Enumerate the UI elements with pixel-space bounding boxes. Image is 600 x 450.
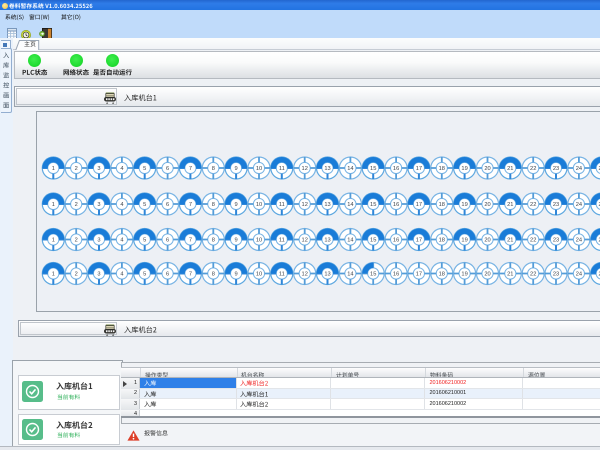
svg-text:3: 3 — [97, 272, 100, 278]
svg-text:9: 9 — [235, 272, 238, 278]
svg-text:9: 9 — [235, 166, 238, 172]
svg-text:6: 6 — [166, 166, 169, 172]
svg-text:10: 10 — [256, 272, 262, 278]
svg-text:7: 7 — [189, 272, 192, 278]
svg-text:20: 20 — [484, 238, 490, 244]
svg-text:24: 24 — [576, 202, 582, 208]
svg-text:15: 15 — [370, 272, 376, 278]
svg-text:5: 5 — [143, 202, 146, 208]
svg-text:22: 22 — [530, 166, 536, 172]
svg-text:5: 5 — [143, 166, 146, 172]
svg-text:14: 14 — [347, 166, 353, 172]
svg-text:12: 12 — [302, 272, 308, 278]
svg-text:16: 16 — [393, 202, 399, 208]
svg-text:13: 13 — [324, 272, 330, 278]
svg-text:8: 8 — [212, 238, 215, 244]
svg-text:6: 6 — [166, 238, 169, 244]
svg-text:14: 14 — [347, 202, 353, 208]
svg-text:9: 9 — [235, 238, 238, 244]
svg-text:5: 5 — [143, 238, 146, 244]
svg-text:3: 3 — [97, 238, 100, 244]
svg-text:10: 10 — [256, 238, 262, 244]
svg-text:1: 1 — [52, 238, 55, 244]
svg-text:11: 11 — [279, 202, 285, 208]
svg-text:11: 11 — [279, 272, 285, 278]
svg-text:3: 3 — [97, 166, 100, 172]
svg-text:24: 24 — [576, 272, 582, 278]
svg-text:19: 19 — [461, 238, 467, 244]
svg-text:15: 15 — [370, 166, 376, 172]
svg-text:12: 12 — [302, 166, 308, 172]
svg-text:23: 23 — [553, 166, 559, 172]
svg-text:21: 21 — [507, 202, 513, 208]
svg-text:1: 1 — [52, 272, 55, 278]
svg-text:4: 4 — [120, 202, 123, 208]
svg-text:11: 11 — [279, 238, 285, 244]
svg-text:4: 4 — [120, 272, 123, 278]
svg-text:20: 20 — [484, 202, 490, 208]
svg-text:12: 12 — [302, 238, 308, 244]
svg-text:16: 16 — [393, 272, 399, 278]
svg-text:6: 6 — [166, 272, 169, 278]
svg-text:8: 8 — [212, 272, 215, 278]
svg-text:2: 2 — [75, 202, 78, 208]
svg-text:10: 10 — [256, 202, 262, 208]
svg-text:2: 2 — [75, 238, 78, 244]
svg-text:17: 17 — [416, 202, 422, 208]
svg-text:17: 17 — [416, 238, 422, 244]
svg-text:2: 2 — [75, 272, 78, 278]
svg-text:15: 15 — [370, 202, 376, 208]
svg-text:2: 2 — [75, 166, 78, 172]
svg-text:8: 8 — [212, 202, 215, 208]
svg-text:3: 3 — [97, 202, 100, 208]
svg-text:23: 23 — [553, 238, 559, 244]
svg-text:17: 17 — [416, 272, 422, 278]
svg-text:24: 24 — [576, 166, 582, 172]
svg-text:23: 23 — [553, 202, 559, 208]
svg-text:9: 9 — [235, 202, 238, 208]
svg-text:8: 8 — [212, 166, 215, 172]
svg-text:15: 15 — [370, 238, 376, 244]
svg-text:16: 16 — [393, 166, 399, 172]
svg-text:21: 21 — [507, 166, 513, 172]
svg-text:13: 13 — [324, 238, 330, 244]
svg-text:23: 23 — [553, 272, 559, 278]
svg-text:20: 20 — [484, 272, 490, 278]
svg-text:6: 6 — [166, 202, 169, 208]
svg-text:21: 21 — [507, 238, 513, 244]
svg-text:20: 20 — [484, 166, 490, 172]
svg-text:19: 19 — [461, 272, 467, 278]
svg-text:19: 19 — [461, 202, 467, 208]
svg-text:24: 24 — [576, 238, 582, 244]
svg-text:22: 22 — [530, 202, 536, 208]
svg-text:22: 22 — [530, 238, 536, 244]
svg-text:5: 5 — [143, 272, 146, 278]
svg-text:12: 12 — [302, 202, 308, 208]
svg-text:18: 18 — [439, 166, 445, 172]
svg-text:14: 14 — [347, 238, 353, 244]
svg-text:13: 13 — [324, 166, 330, 172]
svg-text:1: 1 — [52, 166, 55, 172]
svg-text:7: 7 — [189, 166, 192, 172]
svg-text:16: 16 — [393, 238, 399, 244]
svg-text:18: 18 — [439, 202, 445, 208]
svg-text:4: 4 — [120, 166, 123, 172]
svg-text:21: 21 — [507, 272, 513, 278]
svg-text:18: 18 — [439, 238, 445, 244]
svg-text:14: 14 — [347, 272, 353, 278]
svg-text:4: 4 — [120, 238, 123, 244]
svg-text:7: 7 — [189, 202, 192, 208]
svg-text:7: 7 — [189, 238, 192, 244]
svg-text:19: 19 — [461, 166, 467, 172]
svg-text:22: 22 — [530, 272, 536, 278]
svg-text:11: 11 — [279, 166, 285, 172]
svg-text:18: 18 — [439, 272, 445, 278]
svg-text:10: 10 — [256, 166, 262, 172]
svg-text:17: 17 — [416, 166, 422, 172]
svg-text:1: 1 — [52, 202, 55, 208]
svg-text:13: 13 — [324, 202, 330, 208]
